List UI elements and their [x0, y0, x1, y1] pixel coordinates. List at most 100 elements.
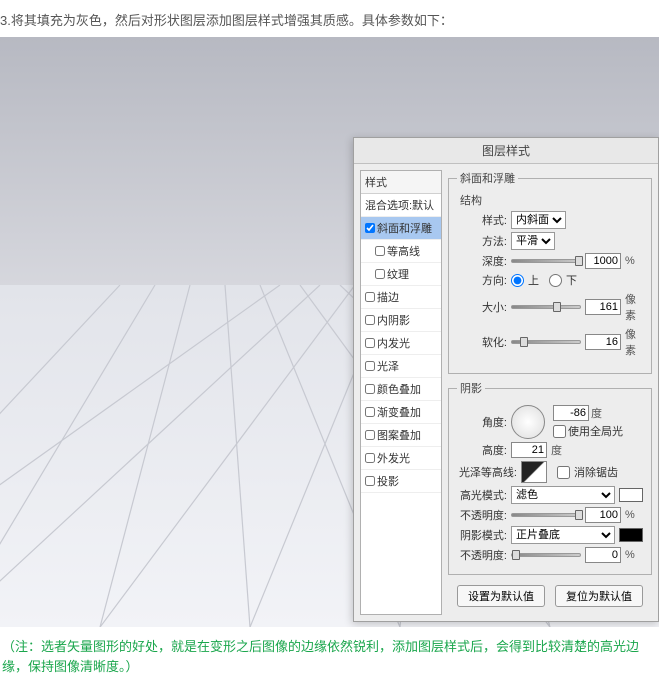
style-label: 内发光 [377, 335, 410, 351]
size-label: 大小: [457, 299, 507, 315]
style-item[interactable]: 光泽 [361, 355, 441, 378]
altitude-label: 高度: [457, 442, 507, 458]
soften-input[interactable] [585, 334, 621, 350]
style-item[interactable]: 图案叠加 [361, 424, 441, 447]
style-checkbox[interactable] [365, 453, 375, 463]
contour-label: 光泽等高线: [457, 464, 517, 480]
style-checkbox[interactable] [365, 384, 375, 394]
style-checkbox[interactable] [365, 315, 375, 325]
style-label: 描边 [377, 289, 399, 305]
sh-opacity-unit: % [625, 549, 643, 561]
dir-down-label: 下 [566, 272, 577, 288]
soften-slider[interactable] [511, 340, 581, 344]
structure-fieldset: 结构 样式:内斜面 方法:平滑 深度:% 方向:上下 大小:像素 软化:像素 [457, 192, 643, 361]
style-item[interactable]: 混合选项:默认 [361, 194, 441, 217]
soften-label: 软化: [457, 334, 507, 350]
style-item[interactable]: 描边 [361, 286, 441, 309]
style-item[interactable]: 外发光 [361, 447, 441, 470]
hi-color-swatch[interactable] [619, 488, 643, 502]
method-select[interactable]: 平滑 [511, 232, 555, 250]
hi-mode-select[interactable]: 滤色 [511, 486, 615, 504]
sh-color-swatch[interactable] [619, 528, 643, 542]
antialias-label: 消除锯齿 [574, 464, 618, 480]
shading-legend: 阴影 [457, 380, 485, 396]
size-input[interactable] [585, 299, 621, 315]
footer-note: （注：选者矢量图形的好处，就是在变形之后图像的边缘依然锐利，添加图层样式后，会得… [0, 627, 659, 686]
layer-style-dialog: 图层样式 样式 混合选项:默认斜面和浮雕等高线纹理描边内阴影内发光光泽颜色叠加渐… [353, 137, 659, 622]
sh-mode-label: 阴影模式: [457, 527, 507, 543]
style-label: 等高线 [387, 243, 420, 259]
style-checkbox[interactable] [365, 292, 375, 302]
style-item[interactable]: 斜面和浮雕 [361, 217, 441, 240]
styles-header: 样式 [361, 171, 441, 194]
structure-legend: 结构 [457, 192, 485, 208]
depth-label: 深度: [457, 253, 507, 269]
angle-input[interactable] [553, 405, 589, 421]
style-checkbox[interactable] [365, 223, 375, 233]
angle-unit: 度 [591, 405, 609, 421]
style-label: 图案叠加 [377, 427, 421, 443]
hi-opacity-input[interactable] [585, 507, 621, 523]
hi-opacity-label: 不透明度: [457, 507, 507, 523]
style-label: 外发光 [377, 450, 410, 466]
style-label: 投影 [377, 473, 399, 489]
global-light-checkbox[interactable] [553, 425, 566, 438]
depth-unit: % [625, 255, 643, 267]
style-checkbox[interactable] [365, 430, 375, 440]
style-item[interactable]: 颜色叠加 [361, 378, 441, 401]
dir-up-radio[interactable] [511, 274, 524, 287]
instruction-text: 3.将其填充为灰色，然后对形状图层添加图层样式增强其质感。具体参数如下： [0, 0, 659, 37]
hi-opacity-unit: % [625, 509, 643, 521]
style-select[interactable]: 内斜面 [511, 211, 566, 229]
sh-opacity-input[interactable] [585, 547, 621, 563]
style-item[interactable]: 内发光 [361, 332, 441, 355]
dir-up-label: 上 [528, 272, 539, 288]
sh-mode-select[interactable]: 正片叠底 [511, 526, 615, 544]
altitude-unit: 度 [551, 442, 569, 458]
styles-list: 样式 混合选项:默认斜面和浮雕等高线纹理描边内阴影内发光光泽颜色叠加渐变叠加图案… [360, 170, 442, 615]
style-item[interactable]: 渐变叠加 [361, 401, 441, 424]
style-label: 内阴影 [377, 312, 410, 328]
altitude-input[interactable] [511, 442, 547, 458]
soften-unit: 像素 [625, 326, 643, 358]
sh-opacity-label: 不透明度: [457, 547, 507, 563]
global-light-label: 使用全局光 [568, 423, 623, 439]
style-checkbox[interactable] [375, 246, 385, 256]
style-label: 斜面和浮雕 [377, 220, 432, 236]
shading-fieldset: 阴影 角度: 度 使用全局光 高度: 度 光泽等高线: 消除锯齿 高光模式:滤色 不… [448, 380, 652, 575]
style-item[interactable]: 投影 [361, 470, 441, 493]
sh-opacity-slider[interactable] [511, 553, 581, 557]
hi-mode-label: 高光模式: [457, 487, 507, 503]
style-label: 混合选项:默认 [365, 197, 434, 213]
style-checkbox[interactable] [365, 338, 375, 348]
depth-input[interactable] [585, 253, 621, 269]
style-checkbox[interactable] [365, 407, 375, 417]
contour-picker[interactable] [521, 461, 547, 483]
reset-default-button[interactable]: 复位为默认值 [555, 585, 643, 607]
dir-down-radio[interactable] [549, 274, 562, 287]
style-checkbox[interactable] [365, 361, 375, 371]
canvas-preview: 图层样式 样式 混合选项:默认斜面和浮雕等高线纹理描边内阴影内发光光泽颜色叠加渐… [0, 37, 659, 627]
bevel-legend: 斜面和浮雕 [457, 170, 518, 186]
style-checkbox[interactable] [365, 476, 375, 486]
style-label: 光泽 [377, 358, 399, 374]
method-label: 方法: [457, 233, 507, 249]
angle-wheel[interactable] [511, 405, 545, 439]
angle-label: 角度: [457, 414, 507, 430]
hi-opacity-slider[interactable] [511, 513, 581, 517]
style-checkbox[interactable] [375, 269, 385, 279]
set-default-button[interactable]: 设置为默认值 [457, 585, 545, 607]
style-label: 渐变叠加 [377, 404, 421, 420]
size-unit: 像素 [625, 291, 643, 323]
style-label: 样式: [457, 212, 507, 228]
style-label: 纹理 [387, 266, 409, 282]
bevel-fieldset: 斜面和浮雕 结构 样式:内斜面 方法:平滑 深度:% 方向:上下 大小:像素 软… [448, 170, 652, 374]
style-item[interactable]: 纹理 [361, 263, 441, 286]
style-label: 颜色叠加 [377, 381, 421, 397]
antialias-checkbox[interactable] [557, 466, 570, 479]
size-slider[interactable] [511, 305, 581, 309]
dialog-title: 图层样式 [354, 138, 658, 164]
style-item[interactable]: 等高线 [361, 240, 441, 263]
style-item[interactable]: 内阴影 [361, 309, 441, 332]
depth-slider[interactable] [511, 259, 581, 263]
